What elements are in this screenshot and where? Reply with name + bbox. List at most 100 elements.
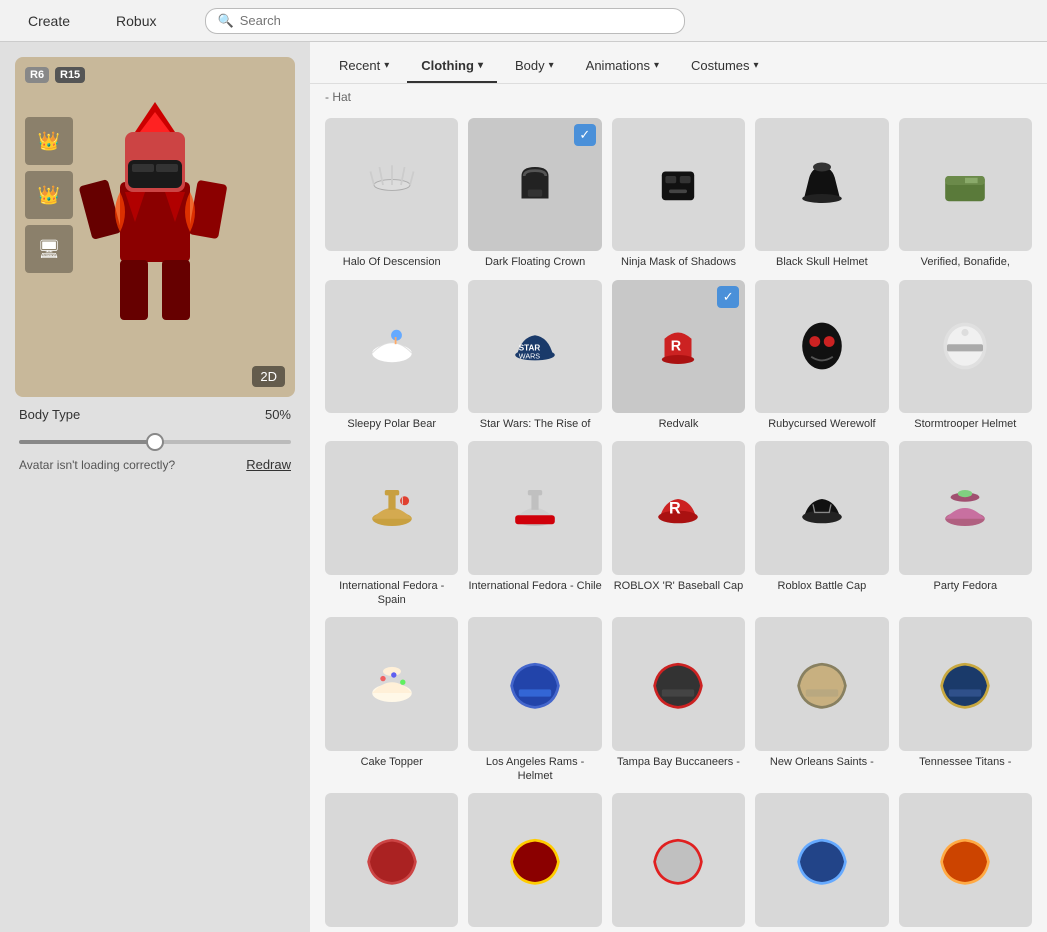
search-icon: 🔍	[218, 13, 234, 29]
item-name: Los Angeles Rams - Helmet	[468, 755, 601, 784]
tab-recent[interactable]: Recent ▾	[325, 52, 403, 83]
avatar-error-text: Avatar isn't loading correctly?	[19, 458, 175, 472]
item-card[interactable]: Rubycursed Werewolf	[755, 280, 888, 432]
item-card[interactable]: Ninja Mask of Shadows	[612, 118, 745, 270]
tab-costumes-chevron: ▾	[754, 60, 759, 71]
item-name: Redvalk	[659, 417, 699, 431]
item-thumbnail	[899, 617, 1032, 750]
item-card[interactable]: NFL Helmet 5	[899, 793, 1032, 932]
item-card[interactable]: NFL Helmet 4	[755, 793, 888, 932]
item-card[interactable]: International Fedora - Chile	[468, 441, 601, 607]
tab-body-chevron: ▾	[549, 60, 554, 71]
item-thumbnail	[899, 441, 1032, 574]
item-thumbnail: STARWARS	[468, 280, 601, 413]
item-name: Party Fedora	[933, 579, 997, 593]
tab-clothing[interactable]: Clothing ▾	[407, 52, 497, 83]
tab-animations-chevron: ▾	[654, 60, 659, 71]
search-bar: 🔍	[205, 8, 685, 34]
item-thumbnail	[325, 118, 458, 251]
tab-animations[interactable]: Animations ▾	[572, 52, 673, 83]
avatar-container: R6 R15 👑 👑 🖥	[15, 57, 295, 397]
item-thumbnail	[612, 118, 745, 251]
item-name: Ninja Mask of Shadows	[621, 255, 736, 269]
2d-badge: 2D	[252, 366, 285, 387]
avatar-thumb-1[interactable]: 👑	[25, 117, 73, 165]
tab-animations-label: Animations	[586, 58, 650, 73]
item-thumbnail	[899, 280, 1032, 413]
tab-clothing-label: Clothing	[421, 58, 474, 73]
item-card[interactable]: ✓ Dark Floating Crown	[468, 118, 601, 270]
body-type-row: Body Type 50%	[15, 407, 295, 422]
r6-badge: R6	[25, 67, 49, 83]
item-name: Tampa Bay Buccaneers -	[617, 755, 740, 769]
item-card[interactable]: Sleepy Polar Bear	[325, 280, 458, 432]
body-type-value: 50%	[265, 407, 291, 422]
item-card[interactable]: Black Skull Helmet	[755, 118, 888, 270]
item-card[interactable]: NFL Helmet 3	[612, 793, 745, 932]
item-card[interactable]: Party Fedora	[899, 441, 1032, 607]
item-name: Rubycursed Werewolf	[768, 417, 875, 431]
item-name: ROBLOX 'R' Baseball Cap	[614, 579, 744, 593]
item-thumbnail	[612, 617, 745, 750]
item-thumbnail	[755, 118, 888, 251]
item-thumbnail	[468, 617, 601, 750]
avatar-thumb-2[interactable]: 👑	[25, 171, 73, 219]
item-card[interactable]: International Fedora - Spain	[325, 441, 458, 607]
tab-recent-chevron: ▾	[384, 60, 389, 71]
item-card[interactable]: NFL Helmet 1	[325, 793, 458, 932]
item-thumbnail	[325, 617, 458, 750]
avatar-figure	[65, 92, 245, 362]
item-name: Halo Of Descension	[343, 255, 441, 269]
search-input[interactable]	[240, 13, 672, 28]
item-thumbnail	[899, 793, 1032, 926]
top-nav: Create Robux 🔍	[0, 0, 1047, 42]
item-name: New Orleans Saints -	[770, 755, 874, 769]
svg-text:WARS: WARS	[519, 352, 541, 361]
item-thumbnail: ✓	[468, 118, 601, 251]
item-card[interactable]: R✓ Redvalk	[612, 280, 745, 432]
redraw-button[interactable]: Redraw	[246, 457, 291, 472]
item-thumbnail	[755, 441, 888, 574]
item-card[interactable]: Roblox Battle Cap	[755, 441, 888, 607]
sub-filter: - Hat	[310, 84, 1047, 110]
item-name: Cake Topper	[361, 755, 423, 769]
item-card[interactable]: NFL Helmet 2	[468, 793, 601, 932]
item-card[interactable]: Tampa Bay Buccaneers -	[612, 617, 745, 783]
main-layout: R6 R15 👑 👑 🖥	[0, 42, 1047, 932]
item-card[interactable]: Verified, Bonafide,	[899, 118, 1032, 270]
item-name: Dark Floating Crown	[485, 255, 585, 269]
item-name: International Fedora - Spain	[325, 579, 458, 608]
svg-text:R: R	[669, 499, 681, 517]
left-panel: R6 R15 👑 👑 🖥	[0, 42, 310, 932]
svg-text:R: R	[671, 339, 682, 355]
slider-container	[15, 432, 295, 447]
item-name: International Fedora - Chile	[468, 579, 601, 593]
item-card[interactable]: New Orleans Saints -	[755, 617, 888, 783]
item-card[interactable]: STARWARS Star Wars: The Rise of	[468, 280, 601, 432]
item-thumbnail: R✓	[612, 280, 745, 413]
item-card[interactable]: Los Angeles Rams - Helmet	[468, 617, 601, 783]
item-card[interactable]: Tennessee Titans -	[899, 617, 1032, 783]
tab-costumes[interactable]: Costumes ▾	[677, 52, 773, 83]
item-thumbnail: R	[612, 441, 745, 574]
create-nav[interactable]: Create	[20, 9, 78, 33]
item-card[interactable]: R ROBLOX 'R' Baseball Cap	[612, 441, 745, 607]
body-type-slider[interactable]	[19, 440, 291, 444]
tab-costumes-label: Costumes	[691, 58, 750, 73]
item-thumbnail	[468, 441, 601, 574]
robux-nav[interactable]: Robux	[108, 9, 164, 33]
item-thumbnail	[325, 280, 458, 413]
item-card[interactable]: Halo Of Descension	[325, 118, 458, 270]
item-name: Star Wars: The Rise of	[480, 417, 591, 431]
body-type-label: Body Type	[19, 407, 80, 422]
tab-body[interactable]: Body ▾	[501, 52, 568, 83]
item-name: Stormtrooper Helmet	[914, 417, 1016, 431]
avatar-thumb-3[interactable]: 🖥	[25, 225, 73, 273]
item-name: Roblox Battle Cap	[778, 579, 867, 593]
item-card[interactable]: Stormtrooper Helmet	[899, 280, 1032, 432]
avatar-error-row: Avatar isn't loading correctly? Redraw	[15, 457, 295, 472]
item-thumbnail	[755, 280, 888, 413]
r15-badge: R15	[55, 67, 85, 83]
item-thumbnail	[325, 793, 458, 926]
item-card[interactable]: Cake Topper	[325, 617, 458, 783]
